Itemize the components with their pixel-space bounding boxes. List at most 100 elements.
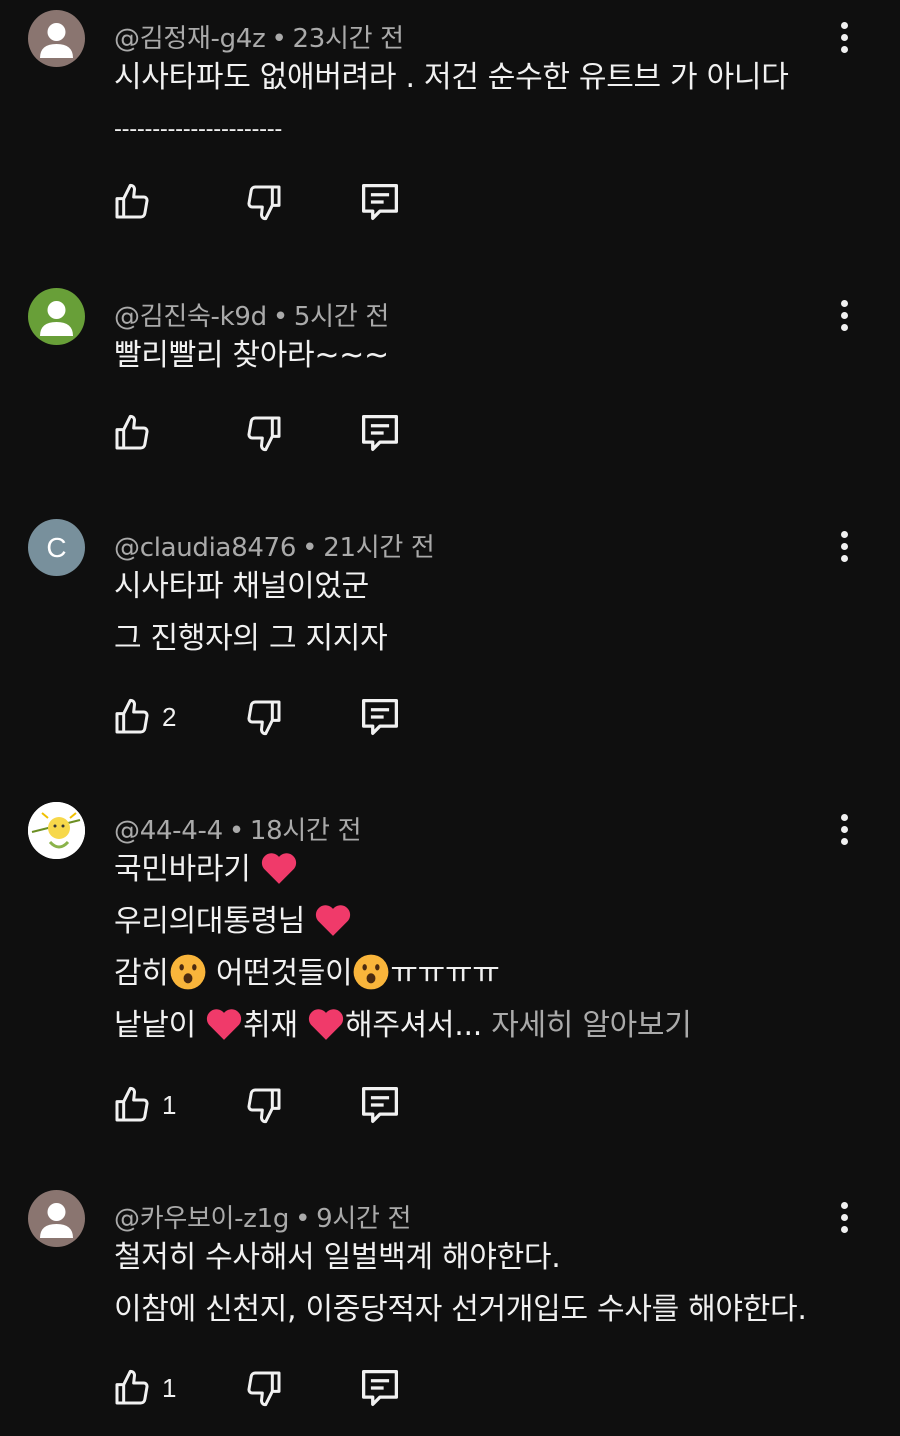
more-options-button[interactable] <box>832 300 856 340</box>
avatar[interactable] <box>28 802 85 859</box>
reply-button[interactable] <box>358 1085 402 1125</box>
person-icon <box>40 301 73 336</box>
comment-line: 시사타파도 없애버려라 . 저건 순수한 유트브 가 아니다 <box>114 60 789 95</box>
meta-separator: • <box>271 24 287 54</box>
thumbs-up-icon <box>115 183 149 219</box>
comment-line: 국민바라기 <box>114 844 692 896</box>
thumbs-up-icon <box>115 1369 149 1405</box>
comment-time[interactable]: 18시간 전 <box>250 816 362 846</box>
comment-segment: 우리의대통령님 <box>114 904 306 939</box>
comment-time[interactable]: 21시간 전 <box>323 533 435 563</box>
avatar[interactable] <box>28 10 85 67</box>
comment-text: 빨리빨리 찾아라~~~ <box>114 330 389 382</box>
red-heart-emoji <box>316 904 351 936</box>
red-heart-emoji <box>261 852 296 884</box>
like-button[interactable] <box>112 182 152 222</box>
avatar-letter: C <box>46 531 67 563</box>
comment-icon <box>362 415 398 451</box>
comment-text: 시사타파도 없애버려라 . 저건 순수한 유트브 가 아니다 ---------… <box>114 52 789 156</box>
comment-actions: 1 <box>112 1368 432 1412</box>
author-name[interactable]: @김정재-g4z <box>114 24 266 54</box>
avatar[interactable]: C <box>28 519 85 576</box>
comment-meta: @카우보이-z1g • 9시간 전 <box>114 1198 411 1235</box>
author-name[interactable]: @카우보이-z1g <box>114 1204 289 1234</box>
more-options-button[interactable] <box>832 531 856 571</box>
like-button[interactable]: 1 <box>112 1085 176 1125</box>
comment-line: ---------------------- <box>114 117 283 142</box>
comment-segment: ㅠㅠㅠㅠ <box>390 956 500 991</box>
thumbs-down-icon <box>247 700 281 736</box>
surprised-face-emoji <box>353 954 389 989</box>
author-name[interactable]: @44-4-4 <box>114 816 223 846</box>
like-button[interactable]: 1 <box>112 1368 176 1408</box>
comment-icon <box>362 1087 398 1123</box>
meta-separator: • <box>228 816 244 846</box>
comment-meta: @44-4-4 • 18시간 전 <box>114 810 362 847</box>
comment-segment: 국민바라기 <box>114 852 251 887</box>
comment-time[interactable]: 9시간 전 <box>316 1204 411 1234</box>
author-name[interactable]: @claudia8476 <box>114 533 296 563</box>
comment-segment: 취재 <box>243 1008 298 1043</box>
comment-meta: @claudia8476 • 21시간 전 <box>114 527 435 564</box>
person-icon <box>40 1203 73 1238</box>
dislike-button[interactable] <box>244 413 284 453</box>
author-name[interactable]: @김진숙-k9d <box>114 302 267 332</box>
reply-button[interactable] <box>358 182 402 222</box>
dislike-button[interactable] <box>244 697 284 737</box>
comment-line: 철저히 수사해서 일벌백계 해야한다. <box>114 1240 561 1275</box>
comment-line: 이참에 신천지, 이중당적자 선거개입도 수사를 해야한다. <box>114 1292 807 1327</box>
comment-icon <box>362 1370 398 1406</box>
like-button[interactable]: 2 <box>112 697 176 737</box>
comment-text: 국민바라기 우리의대통령님 감히 어떤것들이 ㅠㅠㅠㅠ 낱낱이 취재 해주셔서..… <box>114 844 692 1052</box>
comment-segment: 어떤것들이 <box>215 956 353 991</box>
comment-line: 낱낱이 취재 해주셔서... 자세히 알아보기 <box>114 1000 692 1052</box>
read-more-link[interactable]: 자세히 알아보기 <box>491 1008 692 1043</box>
more-options-button[interactable] <box>832 814 856 854</box>
comment-line: 그 진행자의 그 지지자 <box>114 621 388 656</box>
comment-line: 빨리빨리 찾아라~~~ <box>114 338 389 373</box>
comment-time[interactable]: 23시간 전 <box>292 24 404 54</box>
comment-meta: @김진숙-k9d • 5시간 전 <box>114 296 389 333</box>
comment-meta: @김정재-g4z • 23시간 전 <box>114 18 404 55</box>
dislike-button[interactable] <box>244 1085 284 1125</box>
comment-segment: 해주셔서... <box>345 1008 482 1043</box>
red-heart-emoji <box>207 1008 242 1040</box>
comment-actions: 1 <box>112 1085 432 1129</box>
avatar[interactable] <box>28 288 85 345</box>
meta-separator: • <box>272 302 288 332</box>
reply-button[interactable] <box>358 1368 402 1408</box>
meta-separator: • <box>295 1204 311 1234</box>
dislike-button[interactable] <box>244 182 284 222</box>
comment-icon <box>362 699 398 735</box>
thumbs-up-icon <box>115 1086 149 1122</box>
more-options-button[interactable] <box>832 22 856 62</box>
comment-text: 철저히 수사해서 일벌백계 해야한다. 이참에 신천지, 이중당적자 선거개입도… <box>114 1232 807 1336</box>
comment-actions <box>112 182 432 226</box>
comment-text: 시사타파 채널이었군 그 진행자의 그 지지자 <box>114 561 388 665</box>
comment-actions: 2 <box>112 697 432 741</box>
thumbs-down-icon <box>247 416 281 452</box>
like-count: 2 <box>162 701 177 732</box>
like-count: 1 <box>162 1372 177 1403</box>
like-button[interactable] <box>112 413 152 453</box>
comment-actions <box>112 413 432 457</box>
comment-icon <box>362 184 398 220</box>
thumbs-down-icon <box>247 185 281 221</box>
person-icon <box>40 23 73 58</box>
thumbs-down-icon <box>247 1088 281 1124</box>
comment-line: 시사타파 채널이었군 <box>114 569 369 604</box>
reply-button[interactable] <box>358 413 402 453</box>
meta-separator: • <box>302 533 318 563</box>
more-options-button[interactable] <box>832 1202 856 1242</box>
dislike-button[interactable] <box>244 1368 284 1408</box>
thumbs-down-icon <box>247 1371 281 1407</box>
comment-line: 감히 어떤것들이 ㅠㅠㅠㅠ <box>114 948 692 1000</box>
comment-time[interactable]: 5시간 전 <box>294 302 389 332</box>
thumbs-up-icon <box>115 414 149 450</box>
comment-segment: 낱낱이 <box>114 1008 196 1043</box>
reply-button[interactable] <box>358 697 402 737</box>
avatar[interactable] <box>28 1190 85 1247</box>
comment-segment: 감히 <box>114 956 169 991</box>
avatar-illustration <box>28 802 85 859</box>
red-heart-emoji <box>308 1008 344 1040</box>
